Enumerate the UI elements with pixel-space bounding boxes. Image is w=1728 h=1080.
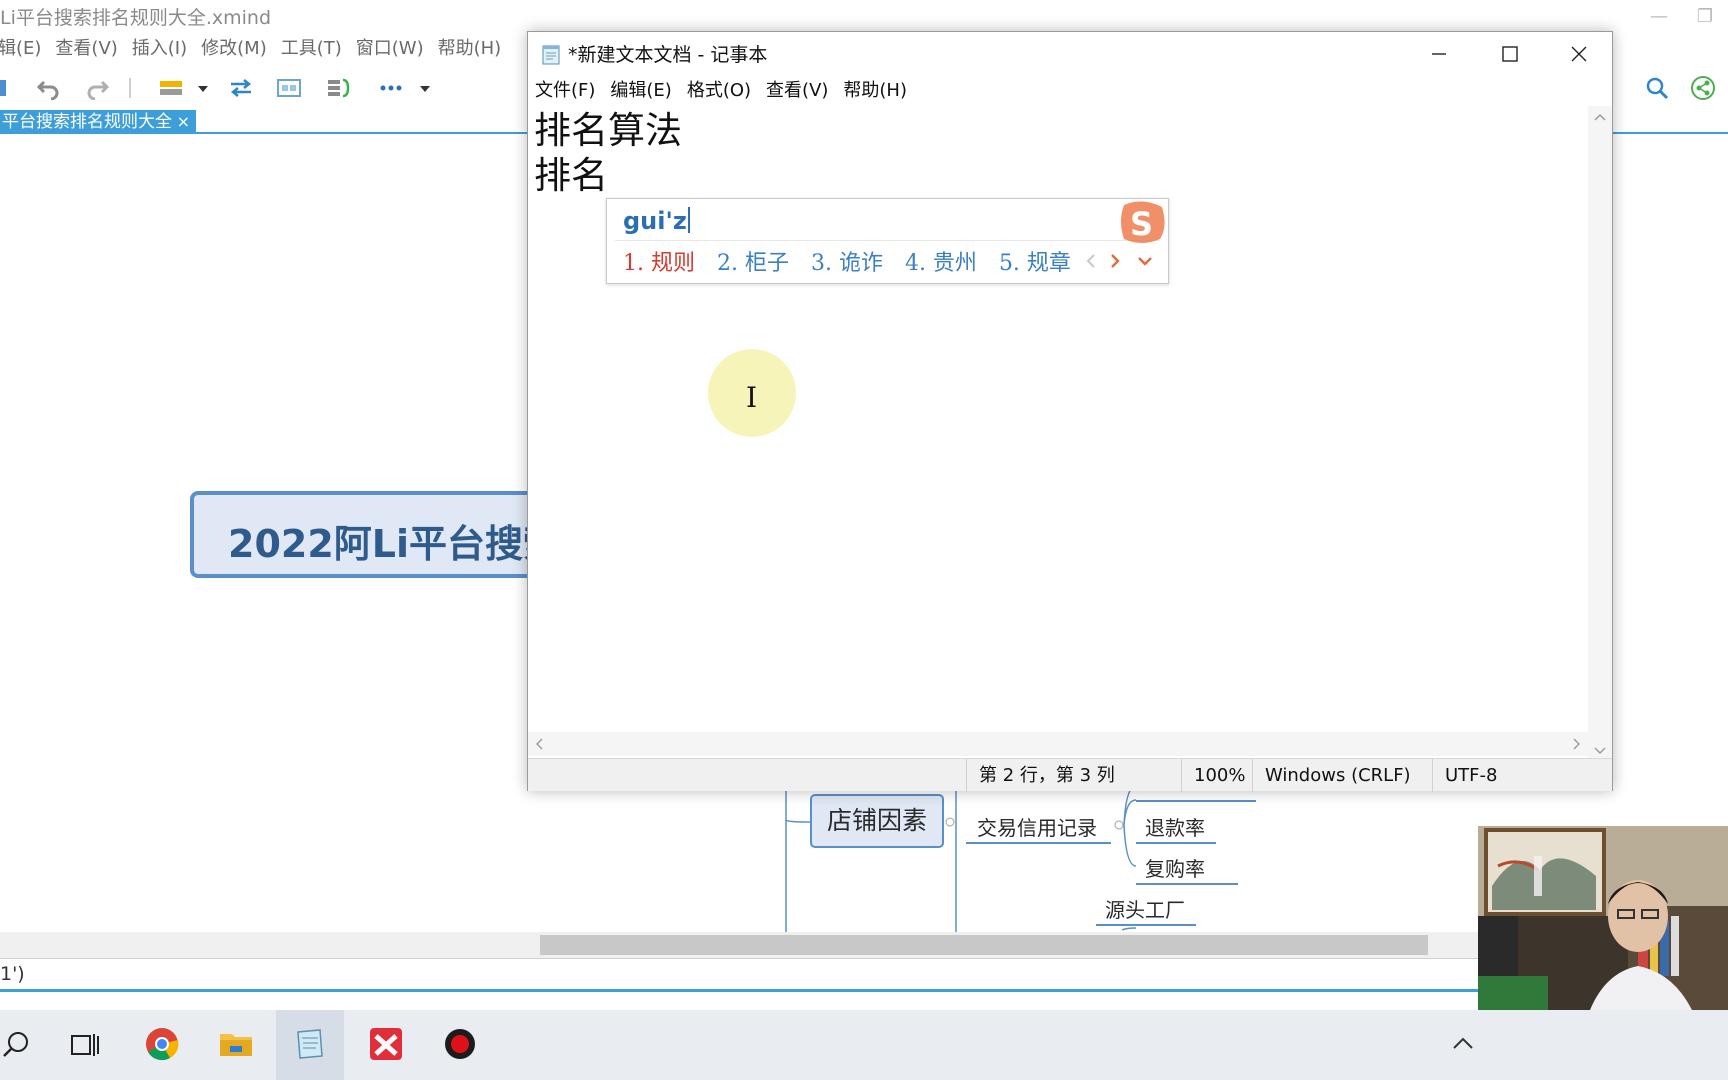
topic-trade-credit[interactable]: 交易信用记录 [977, 812, 1097, 841]
xmind-icon[interactable] [352, 1010, 420, 1080]
file-explorer-icon[interactable] [202, 1010, 270, 1080]
search-icon[interactable] [0, 1010, 48, 1080]
topic-underline [1136, 883, 1238, 885]
ime-candidate-2[interactable]: 2. 柜子 [717, 245, 789, 277]
close-icon[interactable] [1544, 32, 1614, 76]
svg-text:S: S [1130, 205, 1153, 243]
scroll-right-icon[interactable] [1570, 738, 1582, 750]
text-cursor-icon: I [746, 381, 758, 414]
notepad-line-2: 排名 [534, 154, 608, 197]
xmind-horizontal-scrollbar[interactable] [0, 932, 1480, 958]
ime-candidate-window: gui'z 1. 规则 2. 柜子 3. 诡诈 4. 贵州 5. 规章 S [606, 198, 1169, 284]
notepad-menu-edit[interactable]: 编辑(E) [610, 76, 671, 106]
tray-expand-icon[interactable] [1452, 1036, 1474, 1050]
scroll-up-icon[interactable] [1594, 112, 1606, 124]
topic-underline [1136, 842, 1216, 844]
scroll-left-icon[interactable] [534, 738, 546, 750]
scrollbar-thumb[interactable] [540, 935, 1428, 955]
chrome-icon[interactable] [128, 1010, 196, 1080]
notepad-menubar: 文件(F) 编辑(E) 格式(O) 查看(V) 帮助(H) [528, 76, 1612, 106]
notepad-menu-help[interactable]: 帮助(H) [843, 76, 907, 106]
notepad-vertical-scrollbar[interactable] [1588, 106, 1612, 762]
desktop: { "xmind": { "title": "Li平台搜索排名规则大全.xmin… [0, 0, 1728, 1080]
notepad-status-bar: 第 2 行，第 3 列 100% Windows (CRLF) UTF-8 [528, 758, 1612, 792]
ime-candidate-list: 1. 规则 2. 柜子 3. 诡诈 4. 贵州 5. 规章 [623, 245, 1093, 277]
status-zoom: 100% [1181, 759, 1257, 792]
xmind-window-controls: — ❐ [1636, 0, 1728, 34]
scroll-down-icon[interactable] [1594, 744, 1606, 756]
topic-underline [966, 842, 1111, 844]
ime-candidate-5[interactable]: 5. 规章 [999, 245, 1071, 277]
ime-input-text: gui'z [623, 207, 687, 235]
notepad-title-bar[interactable]: *新建文本文档 - 记事本 [528, 32, 1612, 76]
notepad-icon [542, 45, 560, 65]
notepad-taskbar-icon[interactable] [276, 1010, 344, 1080]
xmind-status-bar: 1') [0, 958, 1480, 992]
notepad-horizontal-scrollbar[interactable] [528, 732, 1588, 756]
topic-shop-factors[interactable]: 店铺因素 [810, 794, 944, 848]
chevron-down-icon[interactable] [1136, 253, 1154, 269]
notepad-window-title: *新建文本文档 - 记事本 [568, 44, 768, 66]
status-encoding: UTF-8 [1432, 759, 1572, 792]
topic-underline [1136, 800, 1256, 802]
ime-divider [615, 240, 1160, 241]
status-line-ending: Windows (CRLF) [1252, 759, 1415, 792]
notepad-line-1: 排名算法 [534, 109, 682, 152]
xmind-toolbar-right [1608, 68, 1728, 108]
task-view-icon[interactable] [50, 1010, 118, 1080]
maximize-icon[interactable] [1474, 32, 1544, 76]
restore-icon[interactable]: ❐ [1682, 0, 1728, 34]
notepad-menu-file[interactable]: 文件(F) [535, 76, 595, 106]
notepad-window: *新建文本文档 - 记事本 文件(F) 编辑(E) 格式(O) 查看(V) 帮助… [527, 31, 1613, 792]
chevron-left-icon[interactable] [1084, 253, 1098, 269]
chevron-right-icon[interactable] [1108, 253, 1122, 269]
share-icon[interactable] [1690, 76, 1716, 100]
topic-source-factory[interactable]: 源头工厂 [1105, 894, 1185, 923]
ime-candidate-4[interactable]: 4. 贵州 [905, 245, 977, 277]
search-icon[interactable] [1644, 76, 1670, 100]
topic-underline [1096, 924, 1196, 926]
sogou-logo-icon: S [1121, 201, 1165, 243]
xmind-status-text: 1') [0, 963, 25, 985]
notepad-content: 排名算法 排名 [534, 108, 682, 198]
ime-candidate-1[interactable]: 1. 规则 [623, 245, 695, 277]
topic-repurchase-rate[interactable]: 复购率 [1145, 853, 1205, 882]
topic-refund-rate[interactable]: 退款率 [1145, 812, 1205, 841]
minimize-icon[interactable]: — [1636, 0, 1682, 34]
status-cursor-position: 第 2 行，第 3 列 [966, 759, 1159, 792]
notepad-menu-view[interactable]: 查看(V) [766, 76, 828, 106]
minimize-icon[interactable] [1404, 32, 1474, 76]
ime-composition: gui'z [623, 207, 690, 235]
ime-caret [687, 207, 690, 233]
ime-navigation [1084, 249, 1160, 273]
recorder-icon[interactable] [426, 1010, 494, 1080]
notepad-menu-format[interactable]: 格式(O) [687, 76, 751, 106]
ime-candidate-3[interactable]: 3. 诡诈 [811, 245, 883, 277]
